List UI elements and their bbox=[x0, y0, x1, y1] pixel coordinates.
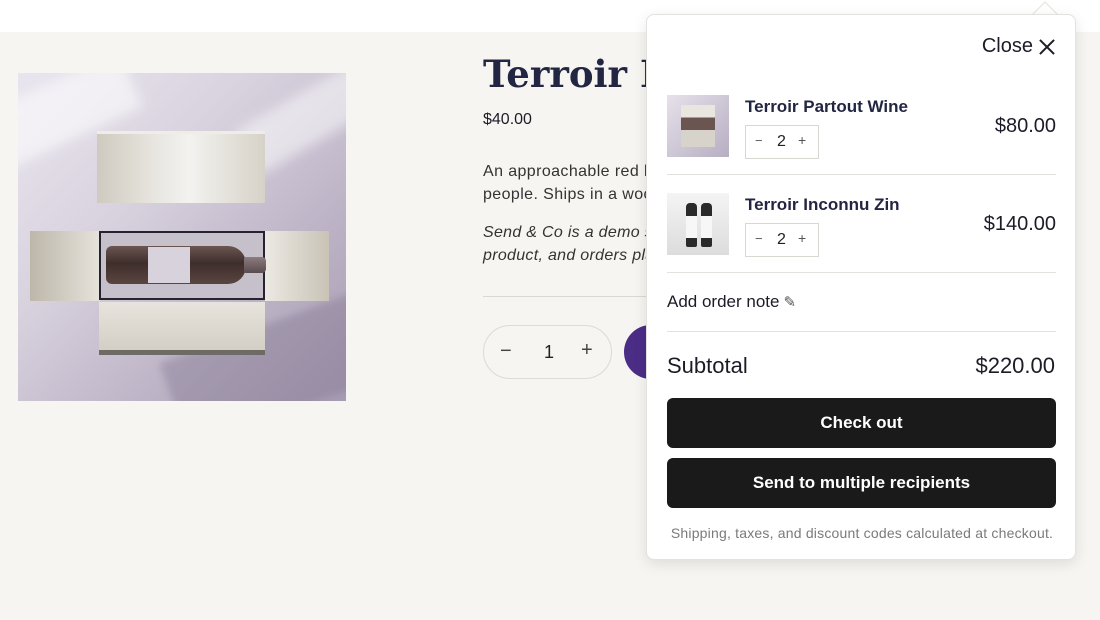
cart-item-price: $80.00 bbox=[994, 115, 1056, 137]
close-button[interactable]: Close bbox=[982, 35, 1055, 58]
product-thumbnail[interactable] bbox=[667, 193, 729, 255]
bottle-icon bbox=[686, 203, 697, 247]
checkout-button[interactable]: Check out bbox=[667, 398, 1056, 448]
plus-icon[interactable]: + bbox=[798, 230, 806, 246]
bottle-icon bbox=[701, 203, 712, 247]
product-image[interactable] bbox=[18, 73, 346, 401]
cart-item-quantity-stepper[interactable]: − 2 + bbox=[745, 223, 819, 257]
plus-icon[interactable]: + bbox=[798, 132, 806, 148]
send-to-multiple-recipients-button[interactable]: Send to multiple recipients bbox=[667, 458, 1056, 508]
product-description: An approachable red blend people. Ships … bbox=[483, 160, 686, 206]
cart-item-name[interactable]: Terroir Inconnu Zin bbox=[745, 195, 900, 215]
quantity-value[interactable]: 1 bbox=[544, 342, 554, 363]
subtotal-label: Subtotal bbox=[667, 353, 748, 378]
gift-box-bottom bbox=[99, 302, 265, 355]
bottle-label bbox=[148, 247, 190, 283]
divider bbox=[667, 331, 1056, 332]
quantity-value[interactable]: 2 bbox=[777, 133, 786, 151]
close-icon[interactable] bbox=[1039, 39, 1055, 55]
close-label[interactable]: Close bbox=[982, 35, 1033, 58]
demo-store-note: Send & Co is a demo store product, and o… bbox=[483, 221, 682, 267]
product-quantity-stepper[interactable]: − 1 + bbox=[483, 325, 612, 379]
note-line: product, and orders placed bbox=[483, 247, 682, 264]
add-order-note-link[interactable]: Add order note ✎ bbox=[667, 292, 796, 312]
minus-icon[interactable]: − bbox=[500, 340, 512, 363]
quantity-value[interactable]: 2 bbox=[777, 231, 786, 249]
plus-icon[interactable]: + bbox=[581, 339, 593, 362]
checkout-fine-print: Shipping, taxes, and discount codes calc… bbox=[670, 525, 1054, 541]
description-line: people. Ships in a wooden bbox=[483, 186, 681, 203]
cart-item-name[interactable]: Terroir Partout Wine bbox=[745, 97, 908, 117]
gift-box-side bbox=[265, 231, 329, 301]
gift-box-side bbox=[30, 231, 100, 301]
pencil-icon[interactable]: ✎ bbox=[783, 294, 796, 311]
cart-item-price: $140.00 bbox=[983, 213, 1056, 235]
note-line: Send & Co is a demo store bbox=[483, 224, 682, 241]
order-note-label[interactable]: Add order note bbox=[667, 292, 779, 311]
minus-icon[interactable]: − bbox=[755, 133, 763, 148]
product-price: $40.00 bbox=[483, 111, 532, 128]
cart-drawer: Close Terroir Partout Wine − 2 + $80.00 … bbox=[646, 14, 1076, 560]
minus-icon[interactable]: − bbox=[755, 231, 763, 246]
subtotal-value: $220.00 bbox=[975, 353, 1055, 378]
gift-box-lid bbox=[97, 131, 265, 203]
cart-line-item: Terroir Partout Wine − 2 + $80.00 bbox=[667, 77, 1056, 175]
description-line: An approachable red blend bbox=[483, 163, 686, 180]
product-thumbnail[interactable] bbox=[667, 95, 729, 157]
bottle-neck bbox=[244, 257, 266, 273]
cart-item-quantity-stepper[interactable]: − 2 + bbox=[745, 125, 819, 159]
cart-line-item: Terroir Inconnu Zin − 2 + $140.00 bbox=[667, 175, 1056, 273]
